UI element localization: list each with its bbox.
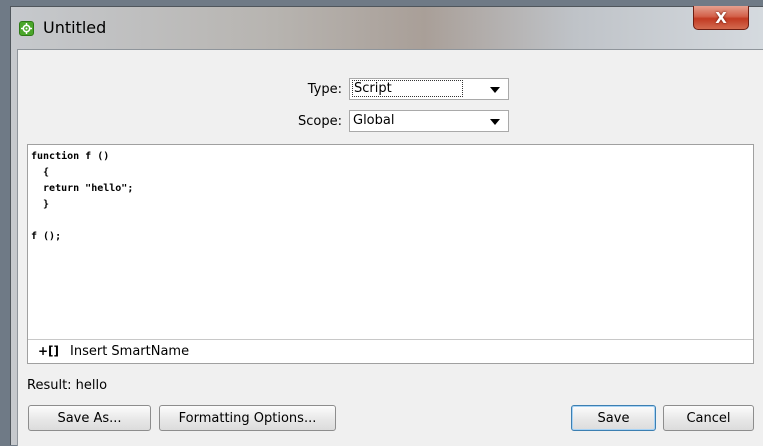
close-button[interactable]: X <box>693 6 749 30</box>
gear-icon <box>21 23 32 34</box>
window-title: Untitled <box>43 18 107 37</box>
script-code[interactable]: function f () { return "hello"; } f (); <box>31 149 133 245</box>
chevron-down-icon <box>490 119 500 125</box>
script-editor[interactable]: function f () { return "hello"; } f (); … <box>27 144 754 364</box>
scope-select[interactable]: Global <box>349 110 509 132</box>
type-label: Type: <box>307 82 342 97</box>
insert-smartname-button[interactable]: +[] Insert SmartName <box>28 339 753 363</box>
scope-select-value: Global <box>353 113 395 128</box>
save-label: Save <box>597 410 630 426</box>
formatting-options-button[interactable]: Formatting Options... <box>159 405 336 431</box>
close-icon: X <box>715 8 727 27</box>
cancel-label: Cancel <box>686 410 731 426</box>
smartname-icon: +[] <box>38 344 60 358</box>
insert-smartname-label: Insert SmartName <box>70 344 190 359</box>
scope-label: Scope: <box>298 114 342 129</box>
type-select[interactable]: Script <box>349 78 509 100</box>
result-text: Result: hello <box>27 378 108 393</box>
formatting-options-label: Formatting Options... <box>178 410 317 426</box>
title-bar[interactable]: Untitled X <box>11 6 763 49</box>
chevron-down-icon <box>490 87 500 93</box>
save-as-button[interactable]: Save As... <box>28 405 151 431</box>
dialog-window: Untitled X Type: Script Scope: Global fu… <box>10 6 763 446</box>
app-gear-icon <box>19 21 34 36</box>
cancel-button[interactable]: Cancel <box>663 405 754 431</box>
save-button[interactable]: Save <box>571 405 656 431</box>
save-as-label: Save As... <box>57 410 122 426</box>
type-select-value: Script <box>352 80 463 97</box>
dialog-client-area: Type: Script Scope: Global function f ()… <box>17 49 763 446</box>
